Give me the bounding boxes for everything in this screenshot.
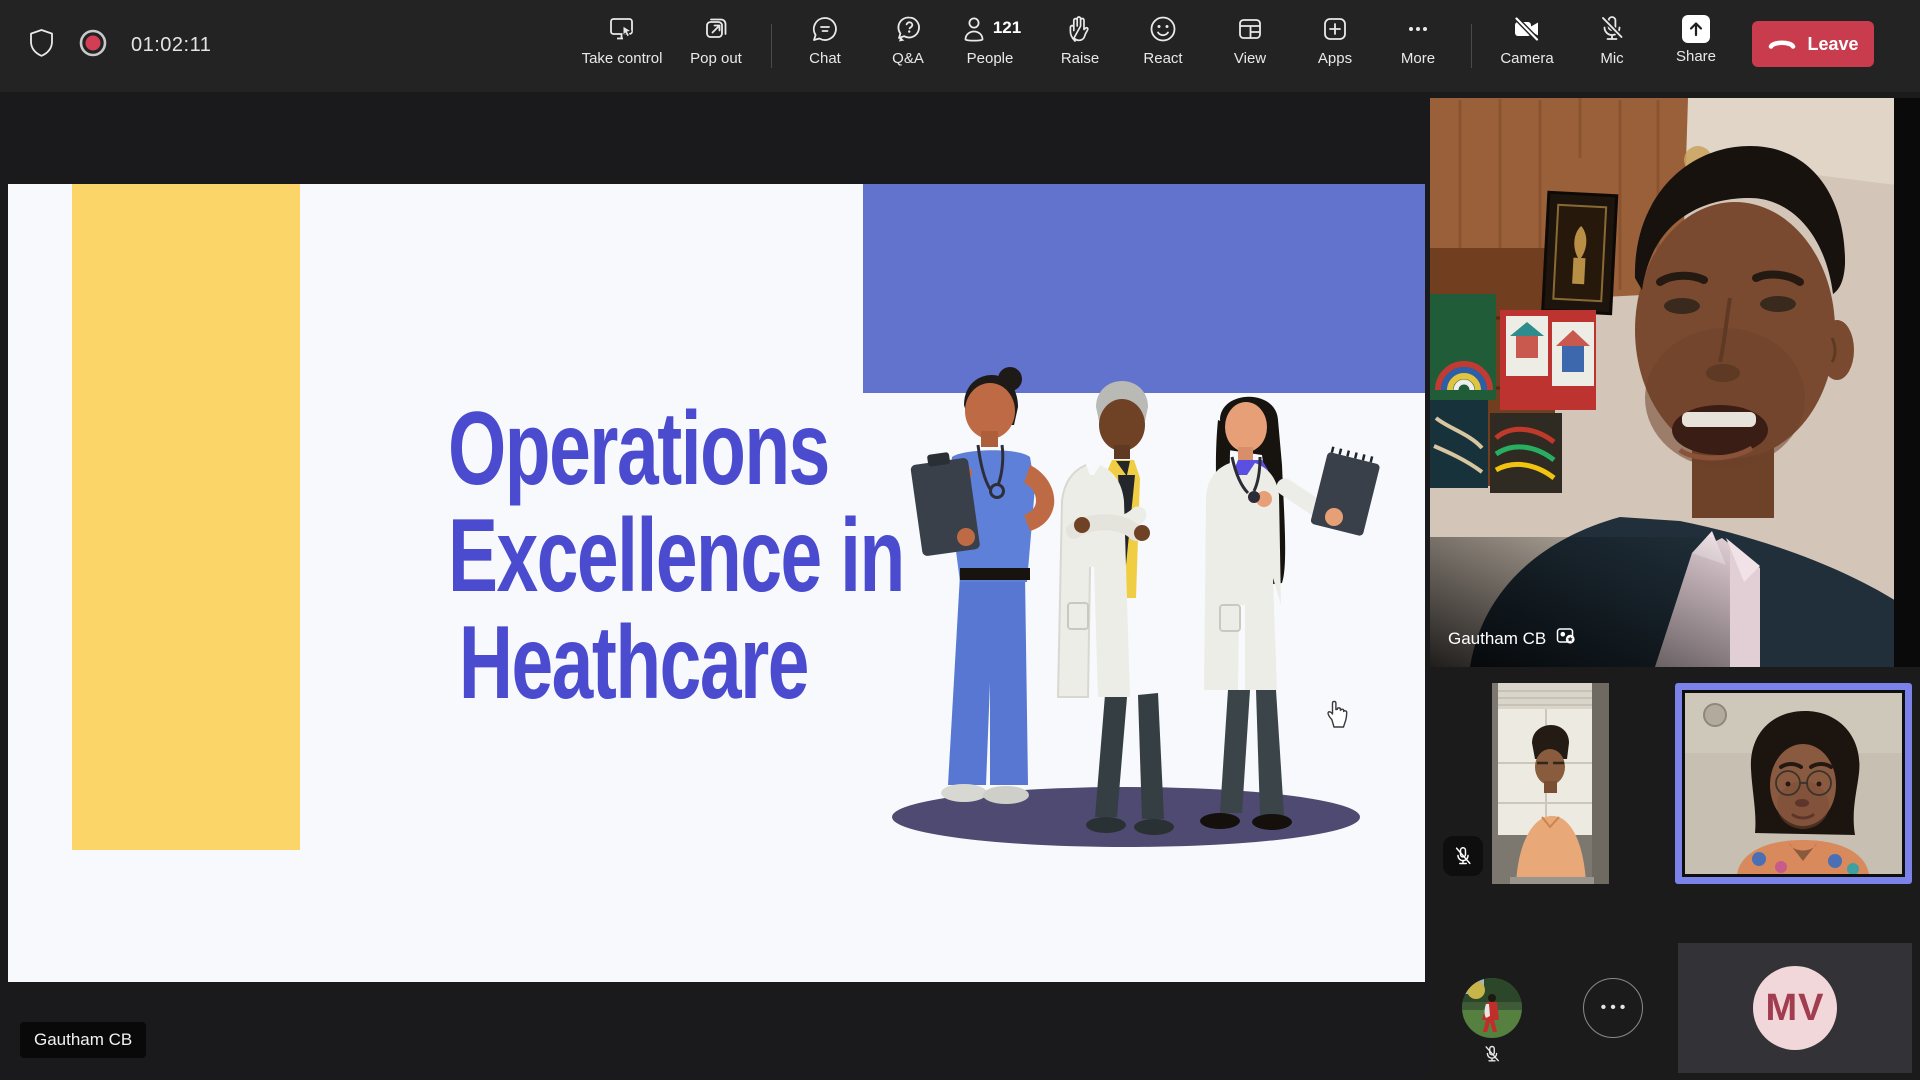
meeting-toolbar: 01:02:11 Take control Pop out Chat Q&A [0, 0, 1920, 92]
shield-icon [28, 28, 55, 63]
participant-avatar[interactable] [1462, 978, 1522, 1038]
slide-title: Operations Excellence in Heathcare [448, 396, 808, 717]
take-control-button[interactable]: Take control [562, 13, 682, 67]
camera-off-icon [1511, 13, 1543, 45]
take-control-label: Take control [582, 51, 663, 67]
mv-initials: MV [1766, 987, 1825, 1030]
toolbar-separator [771, 24, 772, 68]
slide-yellow-bar [72, 184, 300, 850]
share-label: Share [1676, 49, 1716, 65]
pop-out-button[interactable]: Pop out [666, 13, 766, 67]
camera-label: Camera [1500, 51, 1553, 67]
muted-mic-badge [1443, 836, 1483, 876]
qa-icon [892, 13, 924, 45]
avatar-photo [1462, 978, 1522, 1038]
hangup-icon [1767, 34, 1797, 55]
slide-title-line-2: Excellence in [448, 503, 808, 610]
apps-label: Apps [1318, 51, 1352, 67]
share-icon [1682, 15, 1710, 43]
recording-indicator-icon [79, 29, 107, 62]
react-smiley-icon [1147, 13, 1179, 45]
chat-icon [809, 13, 841, 45]
chat-label: Chat [809, 51, 841, 67]
pop-out-icon [700, 13, 732, 45]
react-button[interactable]: React [1113, 13, 1213, 67]
doctor-figure [1058, 381, 1174, 835]
share-button[interactable]: Share [1646, 13, 1746, 65]
participant-video-feed [1492, 683, 1609, 884]
active-speaker-tile[interactable] [1675, 683, 1912, 884]
healthcare-team-illustration [890, 365, 1410, 855]
main-video-tile[interactable]: Gautham CB [1430, 98, 1920, 667]
apps-plus-icon [1319, 13, 1351, 45]
muted-mic-icon [1482, 1044, 1502, 1069]
nurse-figure [909, 367, 1054, 804]
picture-frame [1543, 192, 1617, 313]
main-participant-name: Gautham CB [1448, 629, 1546, 649]
mic-off-icon [1596, 13, 1628, 45]
slide-title-line-1: Operations [448, 396, 808, 503]
leave-button[interactable]: Leave [1752, 21, 1874, 67]
people-button[interactable]: 121 People [940, 13, 1040, 67]
presentation-slide: Operations Excellence in Heathcare [8, 184, 1425, 982]
people-icon [959, 13, 989, 45]
participants-sidebar: Gautham CB [1430, 92, 1920, 1080]
doctor-woman-figure [1200, 397, 1382, 830]
presenter-name-pill: Gautham CB [20, 1022, 146, 1058]
presenter-name: Gautham CB [34, 1030, 132, 1050]
pop-out-label: Pop out [690, 51, 742, 67]
overflow-ellipsis: ••• [1601, 999, 1630, 1017]
react-label: React [1143, 51, 1182, 67]
active-speaker-frame [1682, 690, 1905, 877]
participant-video-tile[interactable] [1492, 683, 1609, 884]
participant-tile-mv[interactable]: MV [1678, 943, 1912, 1073]
people-count-badge: 121 [993, 13, 1021, 43]
take-control-icon [606, 13, 638, 45]
people-label: People [967, 51, 1014, 67]
view-layout-icon [1234, 13, 1266, 45]
raise-hand-icon [1064, 13, 1096, 45]
more-label: More [1401, 51, 1435, 67]
more-ellipsis-icon [1402, 13, 1434, 45]
slide-purple-banner [863, 184, 1425, 393]
active-speaker-video-feed [1685, 693, 1902, 874]
shared-screen-stage: Operations Excellence in Heathcare [0, 92, 1430, 1080]
more-button[interactable]: More [1368, 13, 1468, 67]
slide-title-line-3: Heathcare [448, 610, 808, 717]
overflow-participants-button[interactable]: ••• [1583, 978, 1643, 1038]
spotlight-icon [1556, 626, 1577, 651]
mic-label: Mic [1600, 51, 1623, 67]
qa-label: Q&A [892, 51, 924, 67]
leave-label: Leave [1807, 34, 1858, 55]
view-label: View [1234, 51, 1266, 67]
mv-initials-avatar: MV [1753, 966, 1837, 1050]
hand-cursor [1322, 696, 1352, 730]
meeting-timer: 01:02:11 [131, 34, 211, 57]
toolbar-separator [1471, 24, 1472, 68]
raise-label: Raise [1061, 51, 1099, 67]
